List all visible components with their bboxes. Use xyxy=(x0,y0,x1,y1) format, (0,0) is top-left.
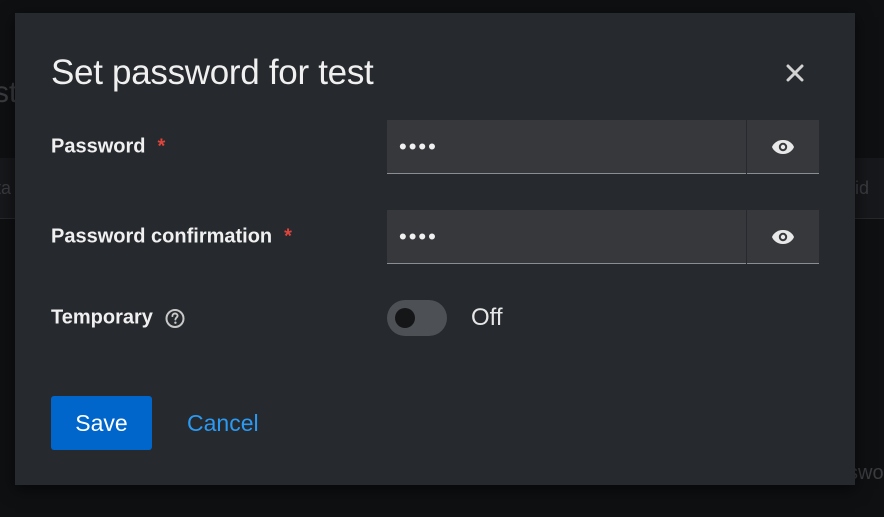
password-label: Password xyxy=(51,135,146,158)
set-password-dialog: Set password for test Password * Passwor… xyxy=(15,13,855,485)
required-marker: * xyxy=(157,135,166,158)
temporary-toggle[interactable] xyxy=(387,300,447,336)
eye-icon xyxy=(772,229,794,244)
password-row: Password * xyxy=(51,120,819,174)
temporary-label-group: Temporary xyxy=(51,307,185,330)
password-confirmation-label: Password confirmation xyxy=(51,225,273,248)
password-confirmation-input-group xyxy=(387,210,819,264)
close-button[interactable] xyxy=(781,59,809,87)
dialog-title: Set password for test xyxy=(51,53,374,92)
show-password-confirmation-button[interactable] xyxy=(747,210,819,264)
temporary-toggle-state: Off xyxy=(471,304,503,331)
password-input-group xyxy=(387,120,819,174)
help-icon[interactable] xyxy=(165,308,185,328)
cancel-button[interactable]: Cancel xyxy=(175,396,271,450)
password-input[interactable] xyxy=(387,120,746,174)
toggle-knob xyxy=(395,308,415,328)
temporary-row: Temporary Off xyxy=(51,298,819,338)
required-marker: * xyxy=(284,225,292,248)
password-label-group: Password * xyxy=(51,136,165,159)
show-password-button[interactable] xyxy=(747,120,819,174)
password-confirmation-input[interactable] xyxy=(387,210,746,264)
close-icon xyxy=(786,64,804,82)
password-confirmation-row: Password confirmation * xyxy=(51,210,819,264)
temporary-label: Temporary xyxy=(51,306,153,329)
password-confirmation-label-group: Password confirmation * xyxy=(51,226,292,249)
save-button[interactable]: Save xyxy=(51,396,152,450)
eye-icon xyxy=(772,139,794,154)
help-icon-glyph xyxy=(165,308,185,328)
background-tab-left: ta xyxy=(0,178,12,198)
